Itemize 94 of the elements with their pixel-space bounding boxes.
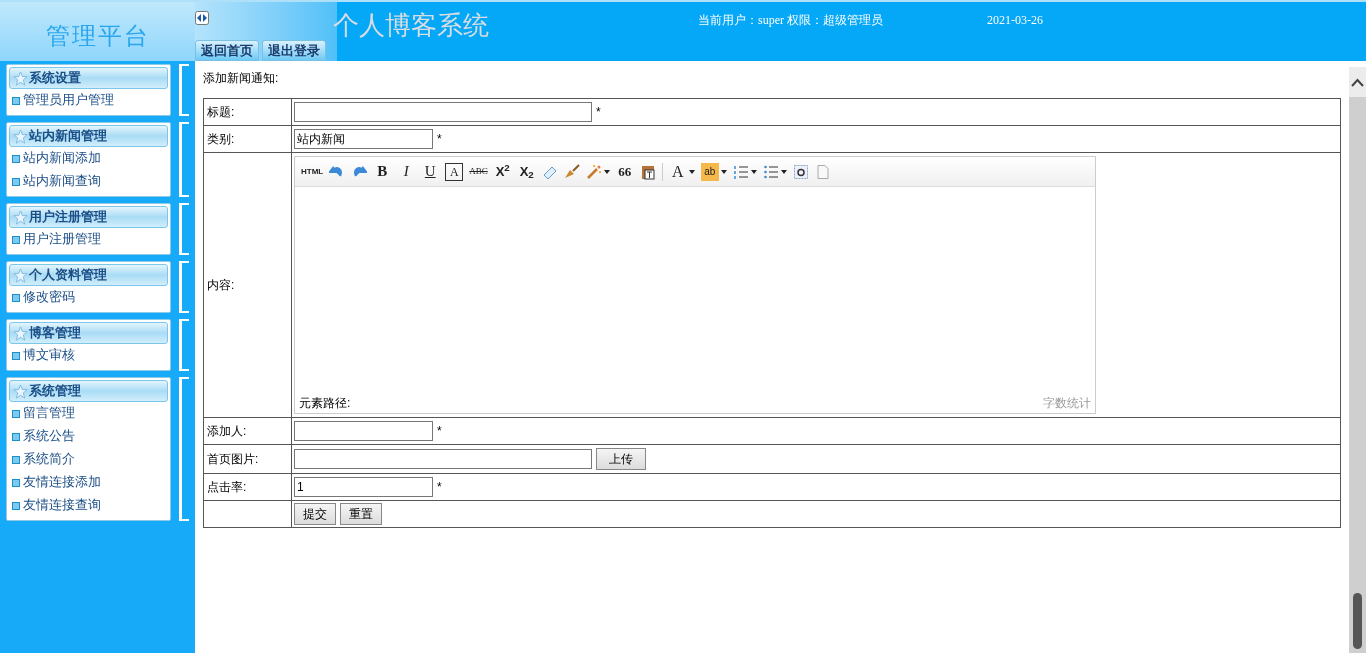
menu-item[interactable]: 博文审核	[9, 344, 169, 367]
text-field[interactable]	[294, 421, 433, 441]
menu-item[interactable]: 用户注册管理	[9, 228, 169, 251]
required-mark: *	[437, 423, 442, 440]
menu-item[interactable]: 系统公告	[9, 425, 169, 448]
square-bullet-icon	[12, 293, 20, 302]
menu-group-title: 用户注册管理	[29, 208, 107, 227]
menu-item[interactable]: 管理员用户管理	[9, 89, 169, 112]
star-icon	[13, 383, 28, 399]
word-count: 字数统计	[1043, 395, 1091, 412]
select-all-icon[interactable]	[792, 163, 809, 180]
superscript-button[interactable]: X$^{2}$	[493, 162, 512, 181]
menu-item[interactable]: 留言管理	[9, 402, 169, 425]
square-bullet-icon	[12, 409, 20, 418]
current-date: 2021-03-26	[987, 12, 1043, 29]
scroll-up-icon[interactable]	[1349, 67, 1366, 97]
upload-button[interactable]: 上传	[596, 448, 646, 470]
square-bullet-icon	[12, 177, 20, 186]
menu-group-title: 系统管理	[29, 382, 81, 401]
text-field[interactable]: 站内新闻	[294, 129, 433, 149]
star-icon	[13, 267, 28, 283]
menu-group-header[interactable]: 个人资料管理	[9, 264, 169, 286]
caret-icon[interactable]	[603, 169, 610, 174]
menu-group-title: 站内新闻管理	[29, 127, 107, 146]
reset-button[interactable]: 重置	[340, 503, 382, 525]
field-label: 添加人:	[207, 423, 247, 440]
file-path-field[interactable]	[294, 449, 592, 469]
panel-edge-bracket	[179, 319, 189, 371]
menu-group-header[interactable]: 博客管理	[9, 322, 169, 344]
field-label: 点击率:	[207, 479, 247, 496]
star-icon	[13, 209, 28, 225]
subscript-button[interactable]: X$_{2}$	[517, 162, 536, 181]
text-field[interactable]: 1	[294, 477, 433, 497]
menu-item[interactable]: 系统简介	[9, 448, 169, 471]
html-button[interactable]: HTML	[301, 162, 324, 181]
text-field[interactable]	[294, 102, 592, 122]
menu-item[interactable]: 友情连接查询	[9, 494, 169, 517]
bold-button[interactable]: B	[373, 162, 392, 181]
menu-group-header[interactable]: 用户注册管理	[9, 206, 169, 228]
underline-button[interactable]: U	[421, 162, 440, 181]
element-path: 元素路径:	[299, 395, 351, 412]
brush-icon[interactable]	[563, 163, 580, 180]
paste-text-icon[interactable]	[639, 163, 656, 180]
field-label: 类别:	[207, 131, 235, 148]
quote-button[interactable]: 66	[615, 162, 634, 181]
nav-tab[interactable]: 退出登录	[262, 40, 326, 61]
caret-icon[interactable]	[720, 169, 727, 174]
field-label: 内容:	[207, 277, 235, 294]
panel-edge-bracket	[179, 64, 189, 116]
menu-item[interactable]: 修改密码	[9, 286, 169, 309]
page-heading: 添加新闻通知:	[203, 70, 280, 87]
panel-edge-bracket	[179, 203, 189, 255]
required-mark: *	[596, 104, 601, 121]
border-button[interactable]: A	[445, 162, 464, 181]
caret-icon[interactable]	[780, 169, 787, 174]
star-icon	[13, 325, 28, 341]
nav-tab[interactable]: 返回首页	[195, 40, 259, 61]
current-user-info: 当前用户：super 权限：超级管理员	[698, 12, 883, 29]
square-bullet-icon	[12, 154, 20, 163]
square-bullet-icon	[12, 351, 20, 360]
submit-button[interactable]: 提交	[294, 503, 336, 525]
required-mark: *	[437, 479, 442, 496]
caret-icon[interactable]	[688, 169, 695, 174]
menu-group-header[interactable]: 系统管理	[9, 380, 169, 402]
menu-group-title: 系统设置	[29, 69, 81, 88]
square-bullet-icon	[12, 455, 20, 464]
field-label: 标题:	[207, 104, 235, 121]
vertical-scrollbar[interactable]	[1349, 67, 1366, 653]
caret-icon[interactable]	[750, 169, 757, 174]
strikethrough-button[interactable]: ABC	[469, 162, 488, 181]
panel-edge-bracket	[179, 261, 189, 313]
square-bullet-icon	[12, 235, 20, 244]
menu-group-title: 博客管理	[29, 324, 81, 343]
italic-button[interactable]: I	[397, 162, 416, 181]
menu-group-header[interactable]: 系统设置	[9, 67, 169, 89]
star-icon	[13, 70, 28, 86]
square-bullet-icon	[12, 432, 20, 441]
font-color-button[interactable]: A	[668, 162, 687, 181]
brand-title: 管理平台	[45, 21, 150, 51]
menu-group-header[interactable]: 站内新闻管理	[9, 125, 169, 147]
scrollbar-thumb[interactable]	[1353, 593, 1362, 649]
required-mark: *	[437, 131, 442, 148]
square-bullet-icon	[12, 96, 20, 105]
menu-item[interactable]: 站内新闻查询	[9, 170, 169, 193]
collapse-toggle-icon[interactable]	[195, 11, 209, 25]
highlight-button[interactable]: ab	[700, 162, 719, 181]
square-bullet-icon	[12, 478, 20, 487]
menu-item[interactable]: 友情连接添加	[9, 471, 169, 494]
menu-group-title: 个人资料管理	[29, 266, 107, 285]
menu-item[interactable]: 站内新闻添加	[9, 147, 169, 170]
square-bullet-icon	[12, 501, 20, 510]
star-icon	[13, 128, 28, 144]
system-title: 个人博客系统	[333, 10, 489, 42]
field-label: 首页图片:	[207, 451, 259, 468]
